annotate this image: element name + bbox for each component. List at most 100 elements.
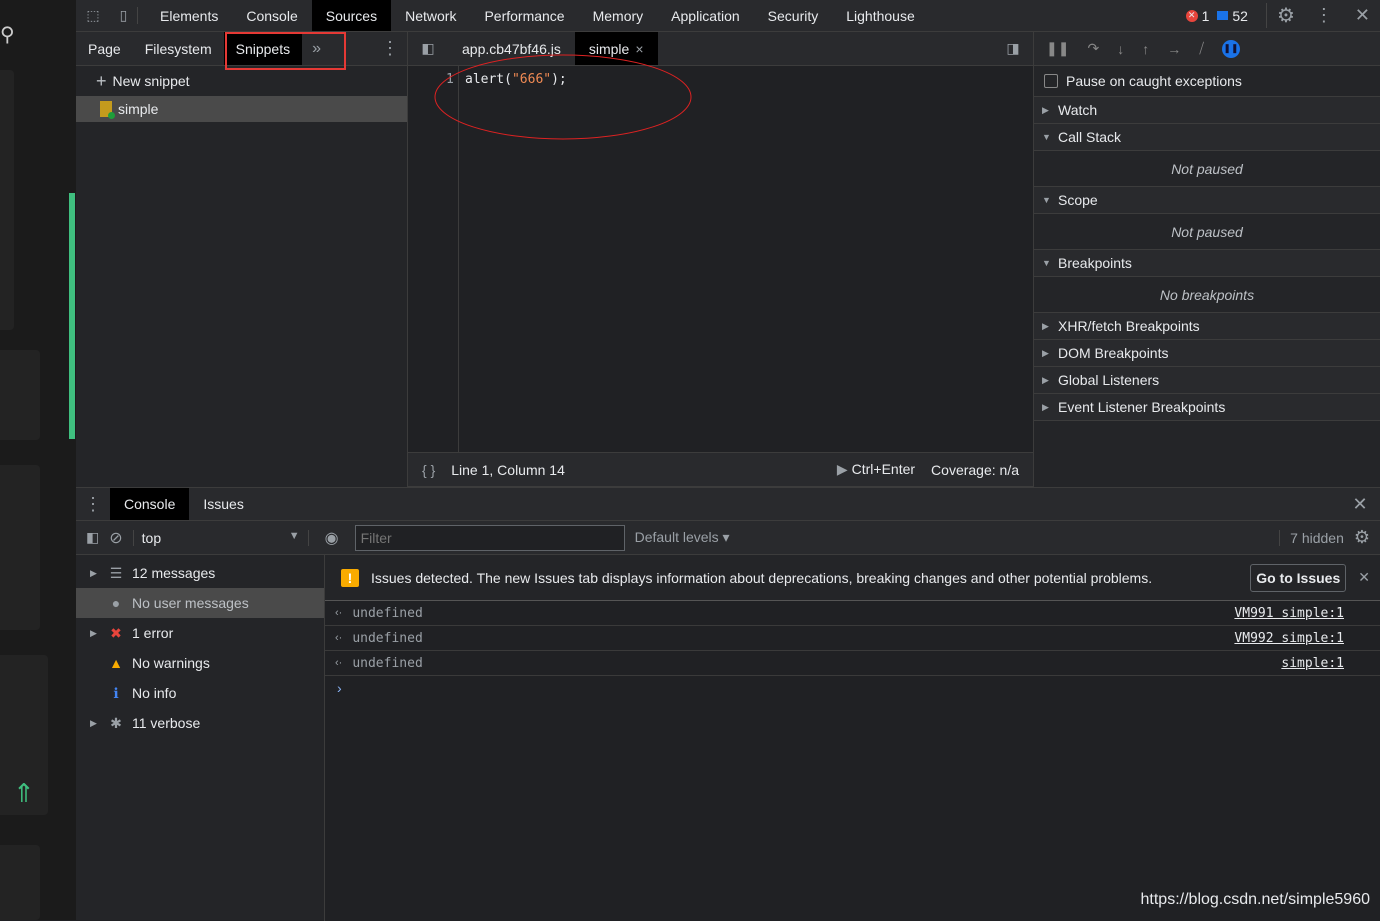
clear-icon[interactable]: ⊘ [109,528,122,548]
coverage: Coverage: n/a [931,461,1019,478]
nav-tab-filesystem[interactable]: Filesystem [133,32,224,65]
section-breakpoints[interactable]: ▼ Breakpoints [1034,250,1380,277]
error-icon: ✖ [110,624,122,641]
format-icon[interactable]: { } [422,462,435,478]
pause-on-exceptions-icon[interactable]: ❚❚ [1221,39,1240,58]
info-icon: ℹ [113,684,119,701]
cursor-position: Line 1, Column 14 [451,461,565,478]
tab-console[interactable]: Console [110,488,190,520]
section-watch[interactable]: ▶ Watch [1034,97,1380,124]
filter-input[interactable] [354,524,625,551]
error-icon[interactable]: ✕ [1185,9,1198,22]
console-drawer: ⋮ Console Issues ✕ ◧ ⊘ top ▼ ◉ Default le… [76,487,1380,921]
search-icon[interactable]: ⚲ [0,22,15,47]
tab-security[interactable]: Security [754,0,833,31]
result-arrow-icon: ‹· [335,607,343,619]
source-link[interactable]: VM992 simple:1 [1234,631,1344,646]
result-arrow-icon: ‹· [335,657,343,669]
devtools: ⬚ ▯ Elements Console Sources Network Perform… [76,0,1380,921]
source-link[interactable]: VM991 simple:1 [1234,606,1344,621]
checkbox-label: Pause on caught exceptions [1066,73,1242,89]
step-into-icon[interactable]: ↓ [1117,41,1124,57]
device-toggle-icon[interactable]: ▯ [110,7,138,24]
message-text: undefined [352,630,423,646]
tab-label: Console [124,496,176,512]
close-banner-icon[interactable]: ✕ [1358,569,1370,586]
console-message: ‹· undefined simple:1 [325,651,1380,676]
snippet-item[interactable]: simple [76,96,407,122]
tab-performance[interactable]: Performance [470,0,578,31]
source-link[interactable]: simple:1 [1281,656,1344,671]
close-drawer-icon[interactable]: ✕ [1340,494,1380,515]
levels-dropdown[interactable]: Default levels ▾ [635,529,730,546]
tab-console[interactable]: Console [232,0,311,31]
more-icon[interactable]: ⋮ [76,494,110,515]
gear-icon[interactable]: ⚙ [1265,3,1295,28]
section-global[interactable]: ▶ Global Listeners [1034,367,1380,394]
annotation-ellipse [434,54,692,140]
section-label: DOM Breakpoints [1058,345,1169,361]
checkbox[interactable] [1044,74,1058,88]
message-count[interactable]: 52 [1232,8,1248,24]
step-out-icon[interactable]: ↑ [1142,41,1149,57]
console-sidebar: ▶ ☰ 12 messages ▶ ● No user messages ▶ ✖ 1 error… [76,555,325,921]
sidebar-item[interactable]: ▶ℹNo info [76,678,324,708]
sidebar-toggle-icon[interactable]: ◧ [86,529,99,546]
section-label: Watch [1058,102,1098,118]
new-snippet-button[interactable]: + New snippet [76,66,407,96]
go-to-issues-button[interactable]: Go to Issues [1250,563,1347,592]
section-dom[interactable]: ▶ DOM Breakpoints [1034,340,1380,367]
rocket-icon[interactable]: ⇑ [13,778,35,809]
error-count[interactable]: 1 [1202,8,1210,24]
section-label: Call Stack [1058,129,1122,145]
page-card [0,845,40,920]
context-select[interactable]: top ▼ [132,529,309,546]
tab-issues[interactable]: Issues [189,488,257,520]
main-toolbar: ⬚ ▯ Elements Console Sources Network Perform… [76,0,1380,32]
pause-icon[interactable]: ❚❚ [1046,40,1069,57]
toggle-debugger-icon[interactable]: ◨ [993,40,1033,57]
section-xhr[interactable]: ▶ XHR/fetch Breakpoints [1034,313,1380,340]
snippet-file-icon [100,101,115,119]
sidebar-item[interactable]: ▶●No user messages [76,588,324,618]
bug-icon: ✱ [110,714,122,731]
more-icon[interactable]: ⋮ [1315,5,1333,26]
pause-caught-checkbox[interactable]: Pause on caught exceptions [1034,66,1380,97]
more-icon[interactable]: ⋮ [381,38,399,59]
step-icon[interactable]: → [1167,41,1181,57]
deactivate-breakpoints-icon[interactable]: ⧸ [1199,40,1204,57]
eye-icon[interactable]: ◉ [319,528,345,548]
breakpoints-status: No breakpoints [1034,277,1380,313]
tab-memory[interactable]: Memory [579,0,658,31]
tab-application[interactable]: Application [657,0,754,31]
nav-tab-page[interactable]: Page [76,32,133,65]
console-message: ‹· undefined VM991 simple:1 [325,601,1380,626]
section-label: Scope [1058,192,1098,208]
page-accent-bar [69,193,75,439]
console-settings-icon[interactable]: ⚙ [1354,527,1380,548]
sidebar-item[interactable]: ▶ ☰ 12 messages [76,558,324,588]
sidebar-item[interactable]: ▶ ✱ 11 verbose [76,708,324,738]
message-icon[interactable] [1217,11,1229,20]
host-page: ⚲ ⇑ [0,0,76,920]
close-icon[interactable]: ✕ [1355,5,1370,26]
console-prompt[interactable]: › [325,676,1380,700]
section-scope[interactable]: ▼ Scope [1034,187,1380,214]
run-snippet-button[interactable]: ▶ Ctrl+Enter [837,461,915,478]
page-card [0,465,40,630]
step-over-icon[interactable]: ↷ [1087,40,1099,57]
sidebar-item[interactable]: ▶ ✖ 1 error [76,618,324,648]
sidebar-item[interactable]: ▶▲No warnings [76,648,324,678]
inspect-icon[interactable]: ⬚ [76,7,110,24]
tab-sources[interactable]: Sources [311,0,392,31]
section-label: Breakpoints [1058,255,1132,271]
page-card [0,350,40,440]
tab-network[interactable]: Network [391,0,470,31]
section-call-stack[interactable]: ▼ Call Stack [1034,124,1380,151]
run-label: Ctrl+Enter [851,461,916,477]
section-label: Event Listener Breakpoints [1058,399,1226,415]
section-label: XHR/fetch Breakpoints [1058,318,1200,334]
tab-lighthouse[interactable]: Lighthouse [832,0,929,31]
section-event[interactable]: ▶ Event Listener Breakpoints [1034,394,1380,421]
tab-elements[interactable]: Elements [146,0,232,31]
